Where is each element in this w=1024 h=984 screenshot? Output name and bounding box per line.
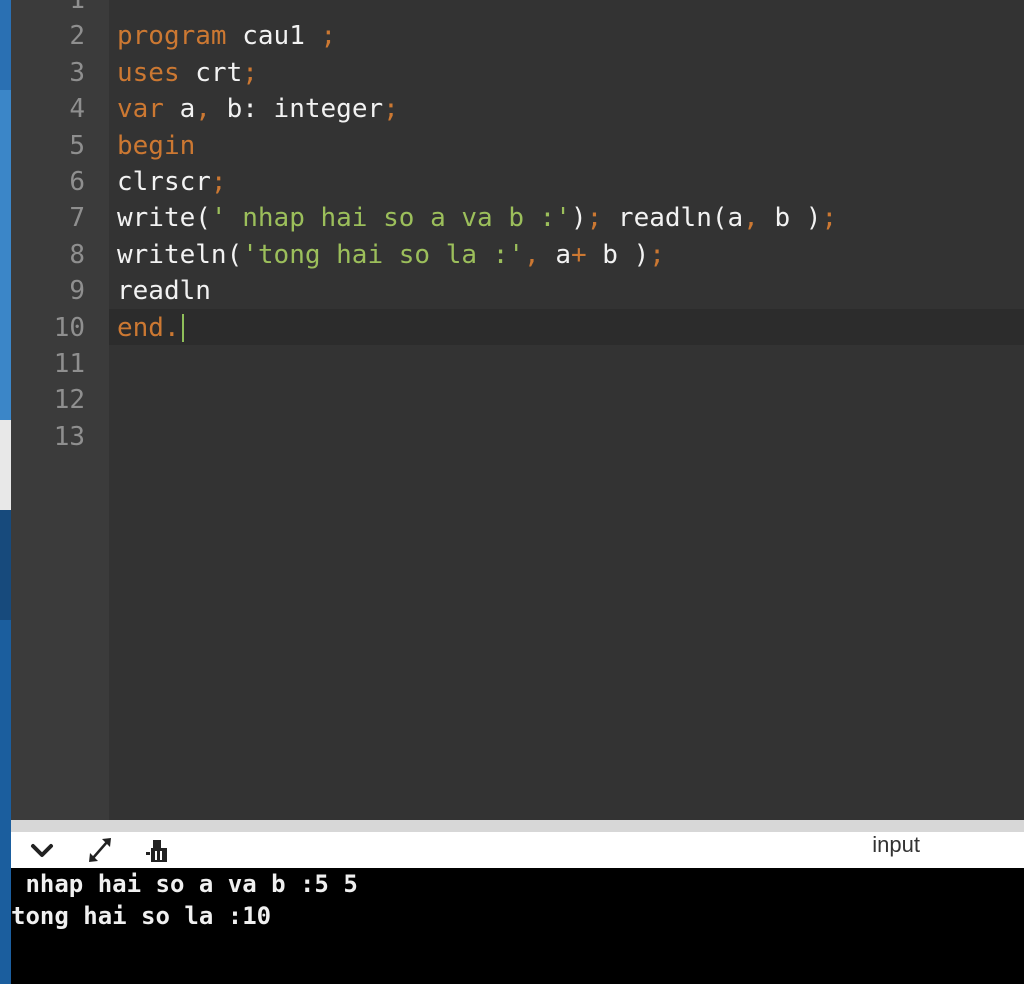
- panel-resize-bar[interactable]: [11, 820, 1024, 832]
- edge-segment: [0, 0, 11, 90]
- code-token: ,: [743, 203, 775, 234]
- code-line[interactable]: 6 clrscr;: [11, 164, 1024, 200]
- code-text: var a, b: integer;: [117, 91, 399, 127]
- line-number: 12: [53, 385, 85, 416]
- code-text: program cau1 ;: [117, 18, 336, 54]
- code-token: ,: [524, 239, 556, 270]
- edge-segment: [0, 420, 11, 510]
- line-number: 11: [53, 349, 85, 379]
- line-number: 1: [69, 0, 85, 15]
- code-text: writeln('tong hai so la :', a+ b );: [117, 237, 665, 273]
- code-token: var: [117, 94, 180, 125]
- clear-console-icon[interactable]: [143, 836, 173, 864]
- console-output-line: nhap hai so a va b :5 5: [11, 870, 358, 898]
- line-number: 13: [53, 421, 85, 452]
- output-console[interactable]: nhap hai so a va b :5 5 tong hai so la :…: [11, 868, 1024, 984]
- code-token: writeln(: [117, 239, 243, 270]
- code-token: ;: [649, 239, 665, 270]
- pascal-ide-window: 1 2 program cau1 ; 3 uses crt; 4 var a, b: int…: [0, 0, 1024, 984]
- expand-arrows-icon[interactable]: [85, 836, 115, 864]
- code-line[interactable]: 1: [11, 0, 1024, 18]
- line-number: 10: [53, 312, 85, 343]
- code-token: b: integer: [226, 94, 384, 125]
- code-line[interactable]: 8 writeln('tong hai so la :', a+ b );: [11, 237, 1024, 273]
- code-text: uses crt;: [117, 55, 258, 91]
- code-text: readln: [117, 273, 211, 309]
- code-token: ): [570, 203, 587, 234]
- code-token: 'tong hai so la :': [242, 239, 524, 270]
- code-line[interactable]: 10 end.: [11, 310, 1024, 346]
- code-line[interactable]: 7 write(' nhap hai so a va b :'); readln(…: [11, 200, 1024, 236]
- code-line[interactable]: 11: [11, 346, 1024, 382]
- code-token: begin: [117, 130, 196, 161]
- code-token: uses: [117, 57, 196, 88]
- code-token: ' nhap hai so a va b :': [210, 203, 571, 234]
- console-output-line: tong hai so la :10: [11, 902, 272, 930]
- line-number: 2: [69, 21, 85, 52]
- code-token: b ): [774, 203, 822, 234]
- edge-segment: [0, 90, 11, 420]
- code-token: ,: [195, 94, 227, 125]
- code-token: b ): [602, 239, 650, 270]
- code-line[interactable]: 2 program cau1 ;: [11, 18, 1024, 54]
- line-number: 8: [69, 239, 85, 270]
- code-token: clrscr: [117, 167, 211, 197]
- code-line[interactable]: 3 uses crt;: [11, 55, 1024, 91]
- line-number: 5: [69, 130, 85, 161]
- code-token: end.: [117, 312, 180, 343]
- code-token: ;: [320, 21, 337, 52]
- code-text: write(' nhap hai so a va b :'); readln(a…: [117, 200, 837, 236]
- code-token: program: [117, 21, 243, 52]
- code-token: readln(a: [617, 203, 744, 234]
- line-number: 4: [69, 94, 85, 125]
- console-toolbar: input: [11, 832, 1024, 868]
- code-line[interactable]: 5 begin: [11, 128, 1024, 164]
- code-text: begin: [117, 128, 195, 164]
- window-edge-strip: [0, 0, 11, 984]
- line-number: 9: [69, 276, 85, 307]
- input-tab[interactable]: input: [872, 832, 920, 858]
- line-number: 7: [69, 203, 85, 234]
- code-token: crt: [195, 57, 243, 88]
- code-token: ;: [586, 203, 618, 234]
- code-token: ;: [242, 57, 258, 88]
- code-token: a: [179, 94, 196, 125]
- code-line[interactable]: 4 var a, b: integer;: [11, 91, 1024, 127]
- code-token: cau1: [242, 21, 321, 52]
- code-line[interactable]: 13: [11, 419, 1024, 455]
- code-editor[interactable]: 1 2 program cau1 ; 3 uses crt; 4 var a, b: int…: [11, 0, 1024, 820]
- code-token: +: [570, 239, 603, 270]
- code-text: clrscr;: [117, 164, 227, 200]
- code-token: ;: [383, 94, 399, 125]
- code-token: readln: [117, 276, 211, 307]
- code-token: a: [555, 239, 571, 270]
- code-line[interactable]: 12: [11, 382, 1024, 418]
- line-number: 6: [69, 167, 85, 197]
- code-token: ;: [821, 203, 838, 234]
- text-cursor: [181, 314, 184, 343]
- code-line[interactable]: 9 readln: [11, 273, 1024, 309]
- code-token: ;: [210, 167, 227, 197]
- chevron-down-icon[interactable]: [27, 836, 57, 864]
- code-token: write(: [117, 203, 211, 234]
- edge-segment: [0, 510, 11, 620]
- code-text: end.: [117, 310, 184, 346]
- line-number: 3: [69, 57, 85, 88]
